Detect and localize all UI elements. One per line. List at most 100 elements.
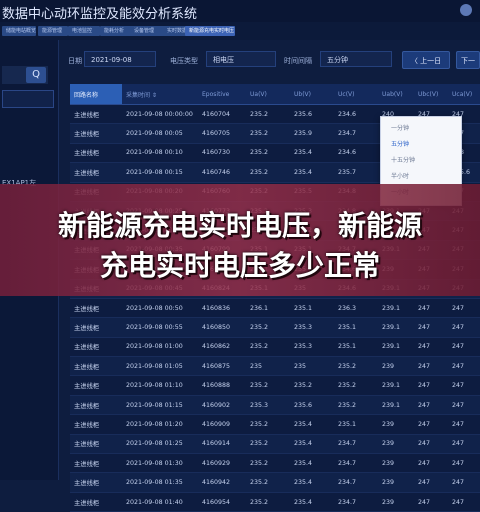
- table-cell: 4160746: [198, 162, 246, 183]
- table-cell: 235: [290, 356, 334, 377]
- table-row[interactable]: 主进线柜 2021-09-08 01:00 4160862 235.2 235.3 235…: [70, 337, 480, 358]
- table-cell: 234.7: [334, 434, 378, 455]
- table-row[interactable]: 主进线柜 2021-09-08 00:50 4160836 236.1 235.1 236…: [70, 298, 480, 319]
- table-cell: 235.7: [334, 162, 378, 183]
- table-cell: 2021-09-08 01:15: [122, 395, 198, 416]
- table-row[interactable]: 主进线柜 2021-09-08 01:20 4160909 235.2 235.4 235…: [70, 414, 480, 435]
- table-cell: 247: [448, 317, 480, 338]
- column-header[interactable]: Epositive: [198, 84, 246, 105]
- tab-4[interactable]: 设备管理: [130, 26, 166, 36]
- tab-3[interactable]: 能耗分析: [100, 26, 132, 36]
- table-cell: 主进线柜: [70, 375, 122, 396]
- user-avatar-icon[interactable]: [460, 4, 472, 16]
- table-cell: 235.2: [246, 375, 290, 396]
- column-header[interactable]: Ua(V): [246, 84, 290, 105]
- table-cell: 235.2: [334, 356, 378, 377]
- date-picker[interactable]: 2021-09-08: [84, 51, 156, 67]
- table-cell: 主进线柜: [70, 317, 122, 338]
- table-cell: 234.7: [334, 453, 378, 474]
- table-row[interactable]: 主进线柜 2021-09-08 01:30 4160929 235.2 235.4 234…: [70, 453, 480, 474]
- next-day-button[interactable]: 下一: [456, 51, 480, 69]
- column-header[interactable]: Uc(V): [334, 84, 378, 105]
- table-row[interactable]: 主进线柜 2021-09-08 01:15 4160902 235.3 235.6 235…: [70, 395, 480, 416]
- column-header[interactable]: Uab(V): [378, 84, 414, 105]
- table-cell: 4160875: [198, 356, 246, 377]
- table-cell: 4160705: [198, 123, 246, 144]
- table-row[interactable]: 主进线柜 2021-09-08 01:25 4160914 235.2 235.4 234…: [70, 434, 480, 455]
- column-header[interactable]: Uca(V): [448, 84, 480, 105]
- table-cell: 4160902: [198, 395, 246, 416]
- table-cell: 4160909: [198, 414, 246, 435]
- table-cell: 235.4: [290, 162, 334, 183]
- column-header[interactable]: Ubc(V): [414, 84, 448, 105]
- table-cell: 239: [378, 453, 414, 474]
- table-cell: 235.4: [290, 472, 334, 493]
- table-cell: 主进线柜: [70, 104, 122, 125]
- table-cell: 247: [448, 434, 480, 455]
- table-cell: 247: [448, 298, 480, 319]
- dropdown-option[interactable]: 一分钟: [391, 123, 409, 132]
- tab-1[interactable]: 能源管理: [38, 26, 68, 36]
- table-cell: 2021-09-08 00:10: [122, 143, 198, 164]
- table-cell: 247: [448, 375, 480, 396]
- table-cell: 247: [414, 298, 448, 319]
- table-cell: 234.7: [334, 123, 378, 144]
- interval-select[interactable]: 五分钟: [320, 51, 392, 67]
- table-cell: 239.1: [378, 375, 414, 396]
- table-cell: 235.2: [290, 375, 334, 396]
- table-cell: 主进线柜: [70, 356, 122, 377]
- table-cell: 235.2: [246, 492, 290, 512]
- sidebar-filter-input[interactable]: [2, 90, 54, 108]
- table-row[interactable]: 主进线柜 2021-09-08 01:05 4160875 235 235 235.2 23…: [70, 356, 480, 377]
- table-cell: 2021-09-08 01:00: [122, 337, 198, 358]
- table-cell: 235.4: [290, 434, 334, 455]
- dropdown-option[interactable]: 十五分钟: [391, 155, 415, 164]
- table-cell: 234.7: [334, 472, 378, 493]
- table-cell: 2021-09-08 00:15: [122, 162, 198, 183]
- prev-day-button[interactable]: 〈 上一日: [402, 51, 450, 69]
- tab-2[interactable]: 电池监控: [68, 26, 100, 36]
- table-cell: 4160862: [198, 337, 246, 358]
- search-icon[interactable]: Q: [26, 67, 46, 83]
- column-header[interactable]: 回路名称: [70, 84, 122, 105]
- tab-5[interactable]: 实时数据: [163, 26, 187, 36]
- table-row[interactable]: 主进线柜 2021-09-08 01:40 4160954 235.2 235.4 234…: [70, 492, 480, 512]
- title-bar: 数据中心动环监控及能效分析系统: [0, 0, 480, 23]
- table-cell: 234.6: [334, 143, 378, 164]
- table-cell: 主进线柜: [70, 337, 122, 358]
- table-cell: 2021-09-08 01:25: [122, 434, 198, 455]
- table-cell: 247: [448, 492, 480, 512]
- table-cell: 235.1: [334, 337, 378, 358]
- table-cell: 主进线柜: [70, 472, 122, 493]
- table-cell: 4160730: [198, 143, 246, 164]
- table-cell: 235: [246, 356, 290, 377]
- dropdown-option[interactable]: 五分钟: [391, 139, 409, 148]
- table-cell: 235.9: [290, 123, 334, 144]
- table-row[interactable]: 主进线柜 2021-09-08 00:55 4160850 235.2 235.3 235…: [70, 317, 480, 338]
- table-cell: 235.4: [290, 492, 334, 512]
- table-cell: 主进线柜: [70, 298, 122, 319]
- table-cell: 239: [378, 356, 414, 377]
- table-cell: 235.2: [334, 395, 378, 416]
- table-row[interactable]: 主进线柜 2021-09-08 01:10 4160888 235.2 235.2 235…: [70, 375, 480, 396]
- tab-0[interactable]: 储能电站概览: [2, 26, 36, 36]
- filter-bar: 日期 2021-09-08 电压类型 相电压 时间间隔 五分钟 〈 上一日 下一: [62, 40, 480, 78]
- table-cell: 239.1: [378, 337, 414, 358]
- table-cell: 239: [378, 472, 414, 493]
- table-cell: 2021-09-08 01:35: [122, 472, 198, 493]
- column-header[interactable]: Ub(V): [290, 84, 334, 105]
- table-cell: 2021-09-08 00:50: [122, 298, 198, 319]
- table-cell: 2021-09-08 00:05: [122, 123, 198, 144]
- voltage-type-label: 电压类型: [170, 57, 198, 65]
- column-header[interactable]: 采集时间 ⇕: [122, 84, 198, 105]
- tab-6[interactable]: 新能源充电实时电压: [185, 26, 235, 36]
- voltage-type-select[interactable]: 相电压: [206, 51, 276, 67]
- table-cell: 239.1: [378, 317, 414, 338]
- table-cell: 2021-09-08 01:40: [122, 492, 198, 512]
- table-cell: 239: [378, 414, 414, 435]
- table-cell: 234.6: [334, 104, 378, 125]
- dropdown-option[interactable]: 半小时: [391, 171, 409, 180]
- table-cell: 主进线柜: [70, 453, 122, 474]
- table-row[interactable]: 主进线柜 2021-09-08 01:35 4160942 235.2 235.4 234…: [70, 472, 480, 493]
- table-cell: 主进线柜: [70, 123, 122, 144]
